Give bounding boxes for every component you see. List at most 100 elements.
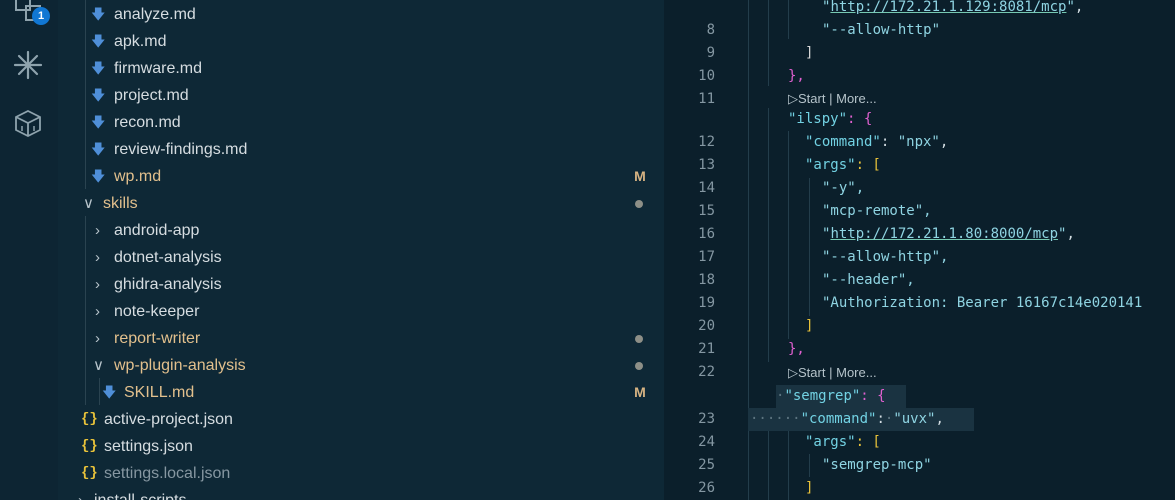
folder-label: note-keeper	[114, 303, 200, 320]
tree-file-recon-md[interactable]: 🡇 recon.md	[58, 109, 664, 136]
git-modified-badge: M	[634, 384, 646, 400]
code-line: 8 "http://172.21.1.129:8081/mcp",	[664, 0, 1175, 38]
tree-folder-report-writer[interactable]: › report-writer	[58, 325, 664, 352]
code-text: "Authorization: Bearer 16167c14e020141	[822, 295, 1143, 311]
folder-label: report-writer	[114, 330, 201, 347]
code-line: 23 ·"semgrep": {	[664, 385, 1175, 427]
code-line: 11 },	[664, 65, 1175, 107]
code-line: 9 "--allow-http"	[664, 19, 1175, 61]
tree-file-analyze-md[interactable]: 🡇 analyze.md	[58, 1, 664, 28]
file-label: settings.json	[104, 438, 193, 455]
code-text: "args": [	[805, 431, 881, 454]
json-braces-icon: {}	[81, 465, 98, 481]
changes-dot	[635, 362, 643, 370]
vscode-window: 1 🡇 analyze.md 🡇 apk.md 🡇 firmware.md 🡇 …	[0, 0, 1175, 500]
json-punctuation: : {	[860, 388, 886, 404]
json-key: "command"	[800, 411, 877, 427]
json-value: "uvx"	[893, 411, 936, 427]
code-text: },	[788, 68, 805, 84]
code-text: ······"command":·"uvx",	[750, 411, 944, 427]
tree-file-settings-local-json[interactable]: {} settings.local.json	[58, 460, 664, 487]
json-key: "args"	[805, 434, 856, 450]
markdown-download-icon: 🡇	[91, 141, 106, 157]
code-text: "command": "npx",	[805, 134, 949, 150]
code-line: 18 "--allow-http",	[664, 246, 1175, 288]
code-text: "-y",	[822, 180, 865, 196]
json-braces-icon: {}	[81, 411, 98, 427]
play-icon: ▷	[788, 365, 798, 380]
file-label: settings.local.json	[104, 465, 231, 482]
code-line: 19 "--header",	[664, 269, 1175, 311]
json-value: "npx"	[897, 134, 940, 150]
chevron-right-icon: ›	[95, 222, 100, 239]
code-text: ]	[805, 480, 814, 496]
markdown-download-icon: 🡇	[91, 87, 106, 103]
tree-folder-skills[interactable]: ∨ skills	[58, 190, 664, 217]
file-label: active-project.json	[104, 411, 233, 428]
markdown-download-icon: 🡇	[91, 60, 106, 76]
code-text: },	[788, 341, 805, 357]
tree-file-wp-md[interactable]: 🡇 wp.md M	[58, 163, 664, 190]
file-label: firmware.md	[114, 60, 203, 77]
code-text: "ilspy": {	[788, 108, 872, 131]
code-line: 22 },	[664, 338, 1175, 380]
chevron-right-icon: ›	[95, 330, 100, 347]
git-modified-badge: M	[634, 168, 646, 184]
tree-file-apk-md[interactable]: 🡇 apk.md	[58, 28, 664, 55]
package-box-icon[interactable]	[11, 106, 45, 140]
file-label: review-findings.md	[114, 141, 248, 158]
codelens-start[interactable]: Start	[798, 91, 825, 106]
code-text: ]	[805, 45, 814, 61]
code-line: 25 "args": [	[664, 431, 1175, 473]
code-line: 15 "-y",	[664, 177, 1175, 219]
tree-file-review-findings-md[interactable]: 🡇 review-findings.md	[58, 136, 664, 163]
chevron-right-icon: ›	[95, 249, 100, 266]
tree-file-firmware-md[interactable]: 🡇 firmware.md	[58, 55, 664, 82]
codelens-more[interactable]: More...	[836, 91, 876, 106]
changes-dot	[635, 200, 643, 208]
code-url-link[interactable]: http://172.21.1.80:8000/mcp	[830, 226, 1058, 242]
folder-label: android-app	[114, 222, 200, 239]
tree-file-active-project-json[interactable]: {} active-project.json	[58, 406, 664, 433]
code-line: 16 "mcp-remote",	[664, 200, 1175, 242]
play-icon: ▷	[788, 91, 798, 106]
code-text: "args": [	[805, 154, 881, 177]
code-text: ]	[805, 318, 814, 334]
codelens-more[interactable]: More...	[836, 365, 876, 380]
file-label: apk.md	[114, 33, 167, 50]
json-key: "semgrep"	[784, 388, 861, 404]
json-punctuation: : [	[855, 434, 881, 450]
code-line: 27 ]	[664, 477, 1175, 500]
tree-file-settings-json[interactable]: {} settings.json	[58, 433, 664, 460]
tree-folder-wp-plugin-analysis[interactable]: ∨ wp-plugin-analysis	[58, 352, 664, 379]
explorer-tree: 🡇 analyze.md 🡇 apk.md 🡇 firmware.md 🡇 pr…	[58, 0, 664, 500]
chevron-down-icon: ∨	[93, 357, 104, 374]
code-line: 13 "command": "npx",	[664, 131, 1175, 173]
code-line: 10 ]	[664, 42, 1175, 84]
code-text: "--allow-http"	[822, 22, 941, 38]
folder-label: ghidra-analysis	[114, 276, 222, 293]
code-url-link[interactable]: http://172.21.1.129:8081/mcp	[830, 0, 1066, 15]
markdown-download-icon: 🡇	[91, 33, 106, 49]
file-label: recon.md	[114, 114, 181, 131]
tree-file-skill-md[interactable]: 🡇 SKILL.md M	[58, 379, 664, 406]
sparkle-icon[interactable]	[11, 48, 45, 82]
tree-folder-dotnet-analysis[interactable]: › dotnet-analysis	[58, 244, 664, 271]
tree-folder-install-scripts[interactable]: › install-scripts	[58, 487, 664, 500]
tree-folder-android-app[interactable]: › android-app	[58, 217, 664, 244]
code-text: "semgrep-mcp"	[822, 457, 932, 473]
code-line: 26 "semgrep-mcp"	[664, 454, 1175, 496]
code-text: "--header",	[822, 272, 915, 288]
tree-folder-note-keeper[interactable]: › note-keeper	[58, 298, 664, 325]
tree-file-project-md[interactable]: 🡇 project.md	[58, 82, 664, 109]
code-editor[interactable]: 8 "http://172.21.1.129:8081/mcp", 9 "--a…	[664, 0, 1175, 500]
file-label: project.md	[114, 87, 189, 104]
chevron-right-icon: ›	[95, 303, 100, 320]
file-label: wp.md	[114, 168, 162, 185]
markdown-download-icon: 🡇	[102, 384, 117, 400]
file-label: analyze.md	[114, 6, 196, 23]
folder-label: skills	[103, 195, 138, 212]
codelens-start[interactable]: Start	[798, 365, 825, 380]
chevron-down-icon: ∨	[83, 195, 94, 212]
tree-folder-ghidra-analysis[interactable]: › ghidra-analysis	[58, 271, 664, 298]
